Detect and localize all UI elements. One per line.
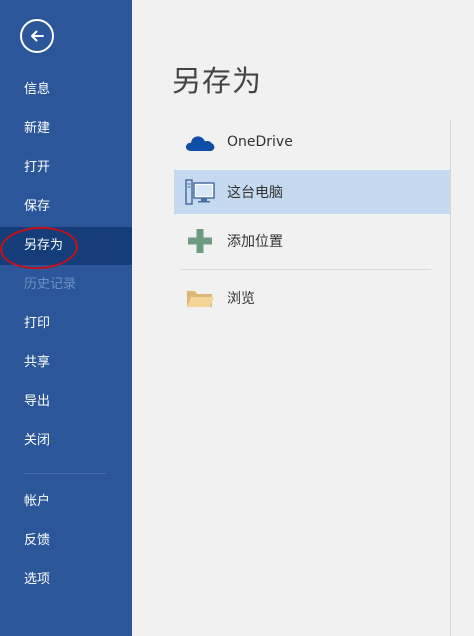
onedrive-cloud-icon: [174, 120, 226, 164]
sidebar-divider: [24, 473, 106, 474]
nav-options[interactable]: 选项: [0, 561, 132, 599]
nav-print[interactable]: 打印: [0, 305, 132, 343]
location-browse[interactable]: 浏览: [174, 276, 450, 320]
back-arrow-icon: [31, 30, 44, 42]
locations-divider: [180, 269, 431, 270]
folder-icon: [174, 276, 226, 320]
panel-divider: [450, 120, 451, 636]
nav-save[interactable]: 保存: [0, 188, 132, 226]
page-title: 另存为: [172, 64, 263, 98]
nav-close[interactable]: 关闭: [0, 422, 132, 460]
location-label: 浏览: [227, 291, 255, 307]
location-onedrive[interactable]: OneDrive: [174, 120, 450, 164]
location-label: 这台电脑: [227, 185, 283, 201]
location-label: OneDrive: [227, 134, 293, 150]
this-pc-icon: [174, 170, 226, 214]
nav-feedback[interactable]: 反馈: [0, 522, 132, 560]
nav-info[interactable]: 信息: [0, 71, 132, 109]
location-this-pc[interactable]: 这台电脑: [174, 170, 450, 214]
location-label: 添加位置: [227, 234, 283, 250]
back-button[interactable]: [20, 19, 54, 53]
nav-export[interactable]: 导出: [0, 383, 132, 421]
backstage-sidebar: 信息 新建 打开 保存 另存为 历史记录 打印 共享 导出 关闭 帐户 反馈 选…: [0, 0, 132, 636]
nav-history: 历史记录: [24, 277, 77, 292]
nav-account[interactable]: 帐户: [0, 483, 132, 521]
location-add-place[interactable]: 添加位置: [174, 219, 450, 263]
nav-open[interactable]: 打开: [0, 149, 132, 187]
nav-new[interactable]: 新建: [0, 110, 132, 148]
nav-share[interactable]: 共享: [0, 344, 132, 382]
add-place-icon: [174, 219, 226, 263]
